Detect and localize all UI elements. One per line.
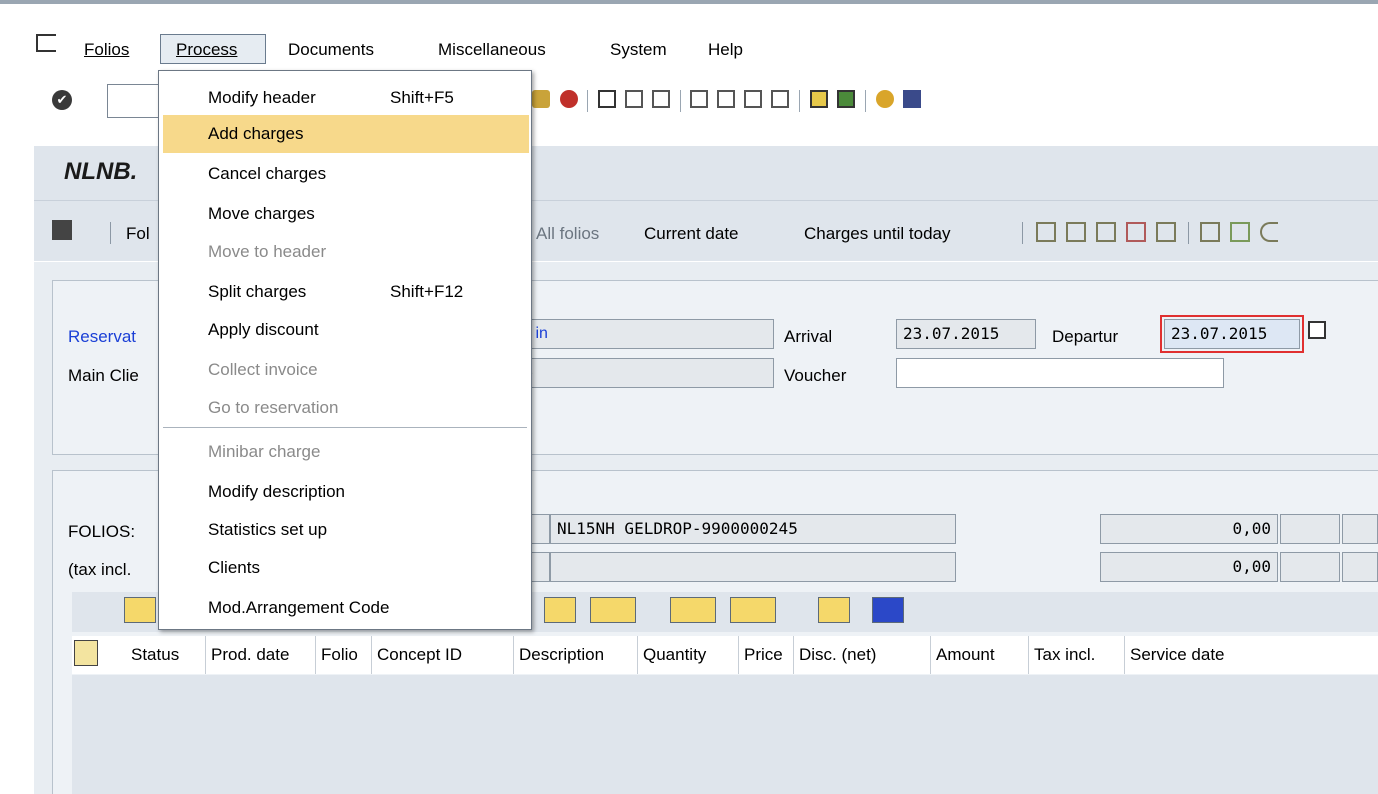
document-delete-icon[interactable] [1126, 222, 1146, 242]
menu-item-move-charges[interactable]: Move charges [159, 195, 531, 233]
menu-item-collect-invoice: Collect invoice [208, 360, 318, 379]
menu-item-modify-description[interactable]: Modify description [159, 473, 531, 511]
voucher-input[interactable] [896, 358, 1224, 388]
menu-folios[interactable]: Folios [84, 40, 129, 60]
process-dropdown-menu: Modify header Shift+F5 Add charges Cance… [158, 70, 532, 630]
grid-body [72, 675, 1378, 794]
folio-tax-extra-field-2 [1342, 552, 1378, 582]
menu-item-modify-header[interactable]: Modify header Shift+F5 [159, 79, 531, 117]
arrival-field: 23.07.2015 [896, 319, 1036, 349]
menu-item-go-to-reservation: Go to reservation [208, 398, 339, 417]
layout-menu-icon[interactable] [903, 90, 921, 108]
grid-info-icon[interactable] [872, 597, 904, 623]
grid-layout-dropdown-icon[interactable] [730, 597, 776, 623]
menu-help[interactable]: Help [708, 40, 743, 60]
folio-extra-field [1280, 514, 1340, 544]
grid-print-icon[interactable] [124, 597, 156, 623]
folio-tax-extra-field [1280, 552, 1340, 582]
toolbar-separator [587, 90, 588, 112]
departure-label: Departur [1052, 327, 1119, 346]
cancel-icon[interactable] [560, 90, 578, 108]
folios-label: FOLIOS: [68, 522, 136, 541]
main-client-label: Main Clie [68, 366, 139, 385]
col-service-date[interactable]: Service date [1125, 636, 1265, 674]
toolbar-separator [680, 90, 681, 112]
menu-item-apply-discount[interactable]: Apply discount [159, 311, 531, 349]
menu-item-move-to-header: Move to header [208, 242, 327, 261]
save-icon[interactable] [532, 90, 550, 108]
help-icon[interactable] [876, 90, 894, 108]
flag-icon[interactable] [1200, 222, 1220, 242]
find-next-icon[interactable] [652, 90, 670, 108]
menu-item-split-charges[interactable]: Split charges Shift+F12 [159, 273, 531, 311]
print-icon[interactable] [598, 90, 616, 108]
new-session-icon[interactable] [810, 90, 828, 108]
screen-title: NLNB. [64, 158, 138, 185]
document-list-icon[interactable] [1096, 222, 1116, 242]
col-price[interactable]: Price [739, 636, 794, 674]
col-concept-id[interactable]: Concept ID [372, 636, 514, 674]
calendar-help-icon[interactable] [1308, 321, 1326, 339]
grid-export-dropdown-icon[interactable] [670, 597, 716, 623]
arrival-label: Arrival [784, 327, 833, 346]
print-preview-icon[interactable] [1156, 222, 1176, 242]
menu-item-statistics-set-up[interactable]: Statistics set up [159, 511, 531, 549]
more-icon[interactable] [1260, 222, 1278, 242]
col-folio[interactable]: Folio [316, 636, 372, 674]
col-status[interactable]: Status [126, 636, 206, 674]
grid-settings-icon[interactable] [818, 597, 850, 623]
toolbar-separator [865, 90, 866, 112]
toolbar-separator [110, 222, 111, 244]
menu-separator [163, 427, 527, 428]
col-amount[interactable]: Amount [931, 636, 1029, 674]
document-edit-icon[interactable] [1066, 222, 1086, 242]
toolbar-separator [1188, 222, 1189, 244]
system-menu-icon[interactable] [36, 34, 56, 52]
document-icon[interactable] [1036, 222, 1056, 242]
col-tax-incl[interactable]: Tax incl. [1029, 636, 1125, 674]
departure-field[interactable]: 23.07.2015 [1160, 315, 1304, 353]
shortcut-icon[interactable] [837, 90, 855, 108]
menu-item-minibar-charge: Minibar charge [208, 442, 321, 461]
grid-filter-dropdown-icon[interactable] [590, 597, 636, 623]
first-page-icon[interactable] [690, 90, 708, 108]
previous-page-icon[interactable] [717, 90, 735, 108]
tax-included-label: (tax incl. [68, 560, 132, 579]
menu-item-cancel-charges[interactable]: Cancel charges [159, 155, 531, 193]
voucher-label: Voucher [784, 366, 847, 385]
toolbar-separator [1022, 222, 1023, 244]
flag-green-icon[interactable] [1230, 222, 1250, 242]
col-description[interactable]: Description [514, 636, 638, 674]
menu-system[interactable]: System [610, 40, 667, 60]
all-folios-button[interactable]: All folios [536, 224, 599, 244]
folio-extra-field-2 [1342, 514, 1378, 544]
folio-name-field: NL15NH GELDROP-9900000245 [550, 514, 956, 544]
folio-name-field-2 [550, 552, 956, 582]
edit-icon[interactable] [52, 220, 72, 240]
folios-button[interactable]: Fol [126, 224, 150, 244]
charges-until-today-button[interactable]: Charges until today [804, 224, 950, 244]
folio-tax-amount-field: 0,00 [1100, 552, 1278, 582]
col-disc-net[interactable]: Disc. (net) [794, 636, 931, 674]
menu-item-mod-arrangement-code[interactable]: Mod.Arrangement Code [159, 589, 531, 627]
menu-item-clients[interactable]: Clients [159, 549, 531, 587]
next-page-icon[interactable] [744, 90, 762, 108]
reservation-status-field: ck in [508, 319, 774, 349]
menu-process[interactable]: Process [176, 40, 237, 60]
enter-check-icon[interactable]: ✔ [52, 90, 72, 110]
toolbar-separator [799, 90, 800, 112]
last-page-icon[interactable] [771, 90, 789, 108]
grid-print-preview-icon[interactable] [544, 597, 576, 623]
menu-miscellaneous[interactable]: Miscellaneous [438, 40, 546, 60]
folio-amount-field: 0,00 [1100, 514, 1278, 544]
current-date-button[interactable]: Current date [644, 224, 739, 244]
reservation-label[interactable]: Reservat [68, 327, 136, 347]
select-all-icon[interactable] [74, 640, 98, 666]
main-client-field: 45 [508, 358, 774, 388]
menu-documents[interactable]: Documents [288, 40, 374, 60]
find-icon[interactable] [625, 90, 643, 108]
col-quantity[interactable]: Quantity [638, 636, 739, 674]
col-prod-date[interactable]: Prod. date [206, 636, 316, 674]
menu-item-add-charges[interactable]: Add charges [163, 115, 529, 153]
